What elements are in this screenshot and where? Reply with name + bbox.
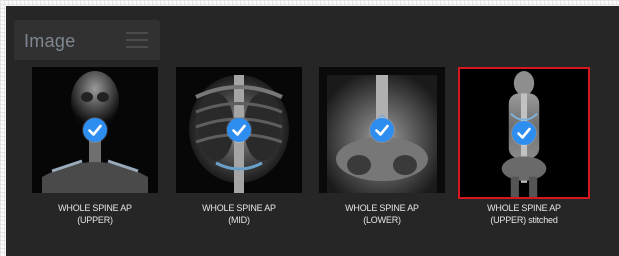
thumbnail-card-upper[interactable]: WHOLE SPINE AP (UPPER) xyxy=(29,64,161,226)
thumbnail-frame xyxy=(29,64,161,196)
thumbnail-card-mid[interactable]: WHOLE SPINE AP (MID) xyxy=(173,64,305,226)
caption-line-1: WHOLE SPINE AP xyxy=(58,203,132,213)
caption-line-2: (UPPER) stitched xyxy=(490,215,558,225)
caption-line-2: (LOWER) xyxy=(363,215,401,225)
thumbnail-caption: WHOLE SPINE AP (LOWER) xyxy=(316,202,448,226)
check-icon[interactable] xyxy=(512,121,536,145)
caption-line-2: (UPPER) xyxy=(77,215,113,225)
check-icon[interactable] xyxy=(370,118,394,142)
thumbnail-frame xyxy=(316,64,448,196)
caption-line-1: WHOLE SPINE AP xyxy=(202,203,276,213)
thumbnail-card-stitched[interactable]: WHOLE SPINE AP (UPPER) stitched xyxy=(458,67,590,226)
thumbnail-frame xyxy=(173,64,305,196)
image-tab[interactable]: Image xyxy=(14,20,160,60)
thumbnail-caption: WHOLE SPINE AP (UPPER) stitched xyxy=(458,202,590,226)
image-tab-label: Image xyxy=(24,31,76,51)
check-icon[interactable] xyxy=(227,118,251,142)
thumbnail-caption: WHOLE SPINE AP (UPPER) xyxy=(29,202,161,226)
caption-line-2: (MID) xyxy=(228,215,250,225)
thumbnail-card-lower[interactable]: WHOLE SPINE AP (LOWER) xyxy=(316,64,448,226)
thumbnail-caption: WHOLE SPINE AP (MID) xyxy=(173,202,305,226)
caption-line-1: WHOLE SPINE AP xyxy=(487,203,561,213)
thumbnail-frame-selected xyxy=(458,67,590,199)
caption-line-1: WHOLE SPINE AP xyxy=(345,203,419,213)
menu-icon[interactable] xyxy=(126,32,148,48)
check-icon[interactable] xyxy=(83,118,107,142)
